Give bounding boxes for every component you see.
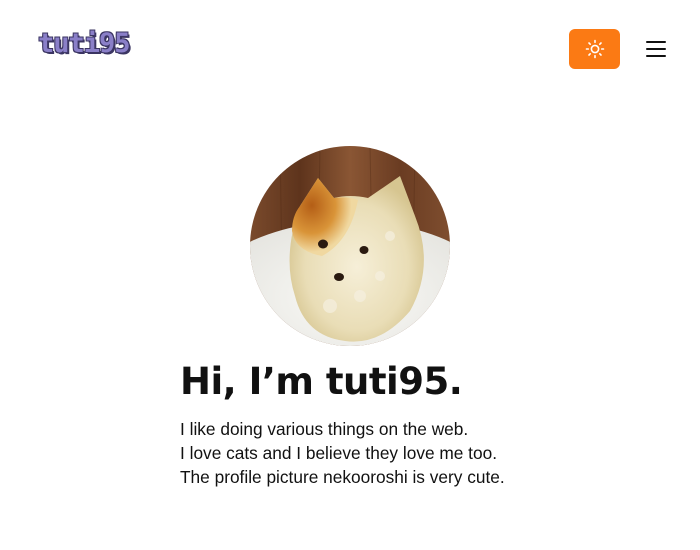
bio-line: The profile picture nekooroshi is very c… bbox=[180, 467, 505, 487]
profile-avatar bbox=[250, 146, 450, 346]
site-logo[interactable]: tuti95 bbox=[38, 30, 131, 57]
hamburger-menu-icon-line bbox=[646, 55, 666, 57]
bio: I like doing various things on the web. … bbox=[180, 417, 540, 489]
theme-toggle-button[interactable] bbox=[569, 29, 620, 69]
site-header: tuti95 bbox=[0, 0, 700, 96]
sun-icon bbox=[585, 39, 604, 59]
bio-line: I love cats and I believe they love me t… bbox=[180, 443, 498, 463]
intro-section: Hi, I’m tuti95. I like doing various thi… bbox=[180, 362, 540, 489]
cat-avatar-image bbox=[250, 146, 450, 346]
hamburger-menu-icon-line bbox=[646, 48, 666, 50]
bio-line: I like doing various things on the web. bbox=[180, 419, 469, 439]
hamburger-menu-icon-line bbox=[646, 41, 666, 43]
menu-button[interactable] bbox=[642, 36, 670, 62]
page-title: Hi, I’m tuti95. bbox=[180, 360, 463, 403]
